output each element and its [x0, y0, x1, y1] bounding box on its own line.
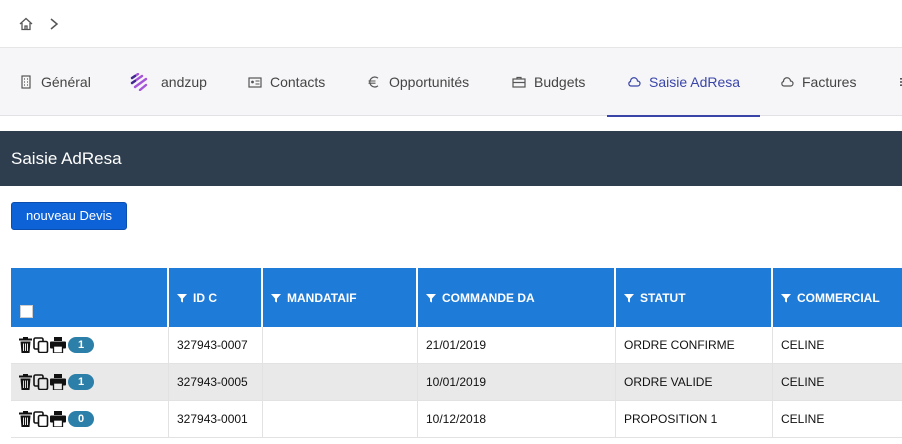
column-label: COMMERCIAL — [797, 290, 880, 305]
table-row[interactable]: 0 327943-0001 10/12/2018 PROPOSITION 1 C… — [11, 401, 902, 438]
cell-id: 327943-0007 — [169, 327, 263, 364]
breadcrumb — [0, 0, 902, 48]
cell-id: 327943-0005 — [169, 364, 263, 401]
tab-general[interactable]: Général — [19, 48, 91, 116]
orders-table: ID C MANDATAIF COMMANDE DA STATUT COMMER… — [11, 268, 902, 438]
cell-mandataire — [263, 327, 418, 364]
cell-mandataire — [263, 401, 418, 438]
cell-statut: ORDRE VALIDE — [616, 364, 773, 401]
column-label: STATUT — [640, 290, 686, 305]
print-icon[interactable] — [50, 337, 66, 353]
print-icon[interactable] — [50, 411, 66, 427]
cell-commercial: CELINE — [781, 375, 825, 389]
tab-saisie-adresa[interactable]: Saisie AdResa — [606, 48, 761, 117]
tab-more[interactable] — [896, 48, 902, 116]
cloud-icon — [628, 77, 641, 87]
cloud-icon — [781, 77, 794, 87]
andzup-logo-icon — [130, 73, 148, 91]
count-badge[interactable]: 0 — [68, 411, 94, 427]
cell-commande-date: 10/12/2018 — [418, 401, 616, 438]
contact-card-icon — [248, 77, 262, 88]
column-header-mandataire[interactable]: MANDATAIF — [263, 268, 418, 327]
count-badge[interactable]: 1 — [68, 374, 94, 390]
count-badge[interactable]: 1 — [68, 337, 94, 353]
chevron-right-icon — [50, 18, 59, 30]
trash-icon[interactable] — [19, 337, 32, 353]
column-label: MANDATAIF — [287, 290, 357, 305]
select-all-column — [11, 268, 169, 327]
cell-commercial: CELINE — [781, 338, 825, 352]
cell-id: 327943-0001 — [169, 401, 263, 438]
tab-contacts[interactable]: Contacts — [248, 48, 325, 116]
more-icon — [900, 78, 902, 86]
cell-mandataire — [263, 364, 418, 401]
column-header-id[interactable]: ID C — [169, 268, 263, 327]
tab-factures[interactable]: Factures — [780, 48, 856, 116]
tab-label: Factures — [802, 74, 857, 90]
tab-andzup[interactable]: andzup — [129, 48, 207, 116]
column-header-commercial[interactable]: COMMERCIAL — [773, 268, 902, 327]
cell-commercial: CELINE — [781, 412, 825, 426]
table-header: ID C MANDATAIF COMMANDE DA STATUT COMMER… — [11, 268, 902, 327]
trash-icon[interactable] — [19, 411, 32, 427]
print-icon[interactable] — [50, 374, 66, 390]
page-title: Saisie AdResa — [11, 149, 122, 168]
building-icon — [21, 75, 31, 89]
tab-label: Général — [41, 74, 91, 90]
column-header-commande-date[interactable]: COMMANDE DA — [418, 268, 616, 327]
copy-icon[interactable] — [33, 374, 49, 390]
filter-icon[interactable] — [624, 293, 634, 303]
briefcase-icon — [512, 76, 526, 88]
cell-commande-date: 21/01/2019 — [418, 327, 616, 364]
filter-icon[interactable] — [781, 293, 791, 303]
section-header: Saisie AdResa — [0, 131, 902, 186]
cell-statut: PROPOSITION 1 — [616, 401, 773, 438]
euro-icon — [368, 76, 379, 88]
tab-bar: Général andzup Contacts Opportunités Bud… — [0, 48, 902, 117]
trash-icon[interactable] — [19, 374, 32, 390]
row-actions: 1 — [11, 364, 169, 401]
home-icon[interactable] — [18, 16, 34, 32]
cell-statut: ORDRE CONFIRME — [616, 327, 773, 364]
select-all-checkbox[interactable] — [20, 305, 33, 318]
tab-label: Saisie AdResa — [649, 74, 741, 90]
copy-icon[interactable] — [33, 337, 49, 353]
filter-icon[interactable] — [271, 293, 281, 303]
column-label: COMMANDE DA — [442, 290, 535, 305]
filter-icon[interactable] — [426, 293, 436, 303]
row-actions: 1 — [11, 327, 169, 364]
table-row[interactable]: 1 327943-0005 10/01/2019 ORDRE VALIDE CE… — [11, 364, 902, 401]
new-quote-button[interactable]: nouveau Devis — [11, 202, 127, 230]
filter-icon[interactable] — [177, 293, 187, 303]
tab-label: Opportunités — [389, 74, 470, 90]
column-header-statut[interactable]: STATUT — [616, 268, 773, 327]
tab-budgets[interactable]: Budgets — [512, 48, 585, 116]
tab-label: Budgets — [534, 74, 586, 90]
table-row[interactable]: 1 327943-0007 21/01/2019 ORDRE CONFIRME … — [11, 327, 902, 364]
copy-icon[interactable] — [33, 411, 49, 427]
tab-label: andzup — [161, 74, 207, 90]
cell-commande-date: 10/01/2019 — [418, 364, 616, 401]
row-actions: 0 — [11, 401, 169, 438]
tab-label: Contacts — [270, 74, 326, 90]
tab-opportunites[interactable]: Opportunités — [367, 48, 469, 116]
column-label: ID C — [193, 290, 217, 305]
